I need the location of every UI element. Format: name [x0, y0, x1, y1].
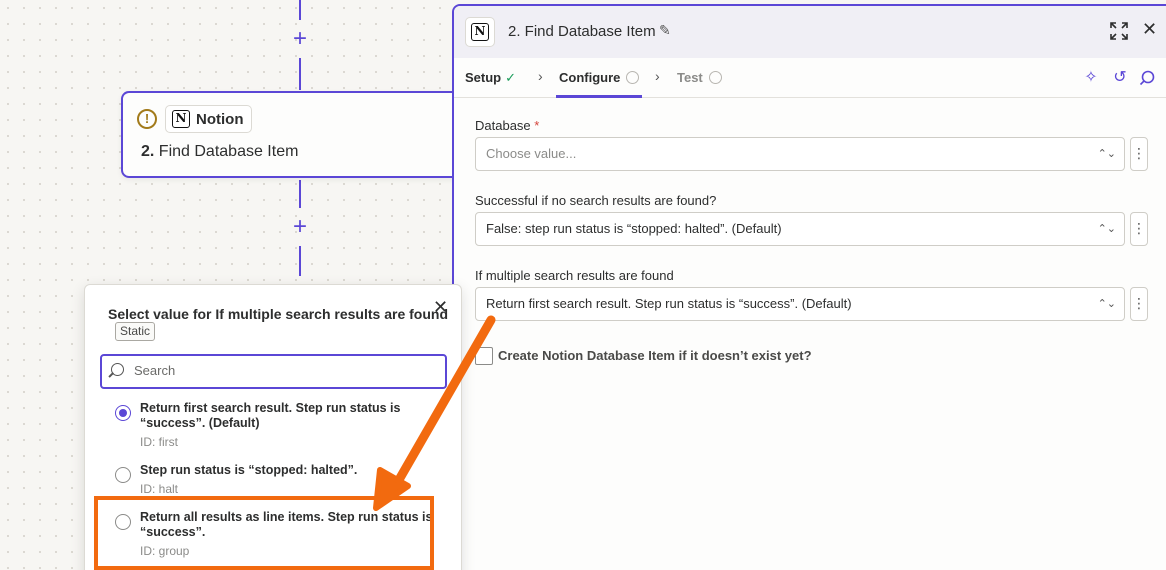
create-item-checkbox[interactable] — [475, 347, 493, 365]
multiple-results-select[interactable]: Return first search result. Step run sta… — [475, 287, 1125, 321]
tab-label: Setup — [465, 70, 502, 85]
ai-sparkle-icon[interactable]: ✧ — [1082, 69, 1100, 87]
select-arrows-icon: ⌃⌄ — [1097, 148, 1116, 160]
option-id: ID: halt — [140, 482, 179, 496]
search-icon — [111, 363, 124, 376]
step-number: 2. — [141, 143, 155, 160]
app-chip: N Notion — [165, 105, 253, 133]
connector-line — [299, 246, 301, 276]
step-card[interactable]: ! N Notion 2. Find Database Item — [121, 91, 466, 178]
connector-line-top — [299, 0, 301, 20]
active-tab-indicator — [556, 95, 642, 98]
no-results-select[interactable]: False: step run status is “stopped: halt… — [475, 212, 1125, 246]
panel-app-logo: N — [465, 17, 495, 47]
add-step-plus-icon[interactable]: + — [290, 27, 310, 51]
add-step-plus-icon[interactable]: + — [290, 215, 310, 239]
connector-line — [299, 58, 301, 90]
select-value: Return first search result. Step run sta… — [486, 296, 852, 311]
chevron-right-icon: › — [655, 68, 660, 84]
notion-logo-icon: N — [471, 23, 489, 41]
option-label: Return first search result. Step run sta… — [140, 401, 401, 430]
tab-label: Test — [677, 70, 703, 85]
panel-tabs: Setup ✓ › Configure › Test ✧ ↺ — [454, 58, 1166, 98]
tab-test[interactable]: Test — [677, 70, 722, 85]
multiple-results-label: If multiple search results are found — [475, 268, 674, 283]
pending-status-icon — [626, 71, 640, 84]
database-label: Database * — [475, 118, 539, 133]
select-arrows-icon: ⌃⌄ — [1097, 298, 1116, 310]
panel-title: 2. Find Database Item — [508, 23, 656, 40]
create-item-checkbox-label[interactable]: Create Notion Database Item if it doesn’… — [498, 348, 812, 363]
app-name: Notion — [196, 110, 244, 128]
tab-setup[interactable]: Setup ✓ — [465, 70, 516, 86]
search-input[interactable] — [134, 363, 434, 378]
tab-label: Configure — [559, 70, 621, 85]
pending-status-icon — [708, 71, 722, 84]
close-icon[interactable]: ✕ — [1142, 19, 1157, 40]
radio-button[interactable] — [115, 467, 131, 483]
no-results-label: Successful if no search results are foun… — [475, 193, 717, 208]
notion-logo-icon: N — [172, 110, 190, 128]
warning-icon: ! — [137, 109, 157, 129]
close-icon[interactable]: ✕ — [433, 297, 448, 318]
select-arrows-icon: ⌃⌄ — [1097, 223, 1116, 235]
no-results-options-menu-icon[interactable]: ⋮ — [1130, 212, 1148, 246]
step-config-panel: N 2. Find Database Item ✎ ✕ Setup ✓ › Con… — [452, 4, 1166, 570]
connector-line — [299, 180, 301, 208]
chat-search-icon[interactable] — [1138, 69, 1156, 87]
static-badge: Static — [115, 322, 156, 341]
panel-header: N 2. Find Database Item ✎ ✕ — [454, 6, 1166, 58]
annotation-highlight-box — [94, 496, 434, 570]
check-icon: ✓ — [505, 70, 517, 85]
expand-icon[interactable] — [1110, 22, 1128, 40]
database-select[interactable]: Choose value... ⌃⌄ — [475, 137, 1125, 171]
option-label: Step run status is “stopped: halted”. — [140, 463, 358, 477]
database-options-menu-icon[interactable]: ⋮ — [1130, 137, 1148, 171]
option-id: ID: first — [140, 435, 178, 449]
tab-configure[interactable]: Configure — [559, 70, 640, 85]
popup-title: Select value for If multiple search resu… — [108, 306, 448, 322]
undo-icon[interactable]: ↺ — [1111, 69, 1129, 87]
multiple-results-options-menu-icon[interactable]: ⋮ — [1130, 287, 1148, 321]
search-box[interactable] — [100, 354, 447, 389]
select-placeholder: Choose value... — [486, 146, 577, 161]
pencil-icon[interactable]: ✎ — [659, 22, 671, 39]
required-mark: * — [534, 118, 540, 133]
radio-button[interactable] — [115, 405, 131, 421]
step-name: Find Database Item — [158, 143, 299, 160]
chevron-right-icon: › — [538, 68, 543, 84]
field-label-text: Database — [475, 118, 531, 133]
select-value: False: step run status is “stopped: halt… — [486, 221, 782, 236]
step-title: 2. Find Database Item — [141, 143, 298, 161]
